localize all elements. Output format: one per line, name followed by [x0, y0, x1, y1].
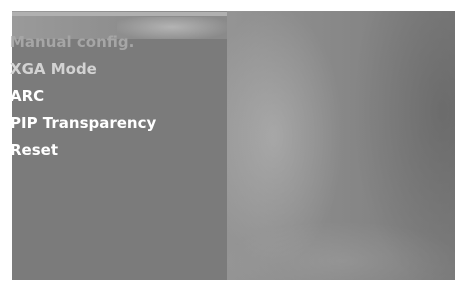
osd-menu-list: Manual config. XGA Mode ARC PIP Transpar…	[10, 32, 156, 167]
menu-item-arc[interactable]: ARC	[10, 86, 156, 113]
menu-item-pip-transparency[interactable]: PIP Transparency	[10, 113, 156, 140]
menu-item-xga-mode[interactable]: XGA Mode	[10, 59, 156, 86]
menu-header-highlight	[12, 12, 227, 16]
menu-item-manual-config[interactable]: Manual config.	[10, 32, 156, 59]
menu-item-reset[interactable]: Reset	[10, 140, 156, 167]
